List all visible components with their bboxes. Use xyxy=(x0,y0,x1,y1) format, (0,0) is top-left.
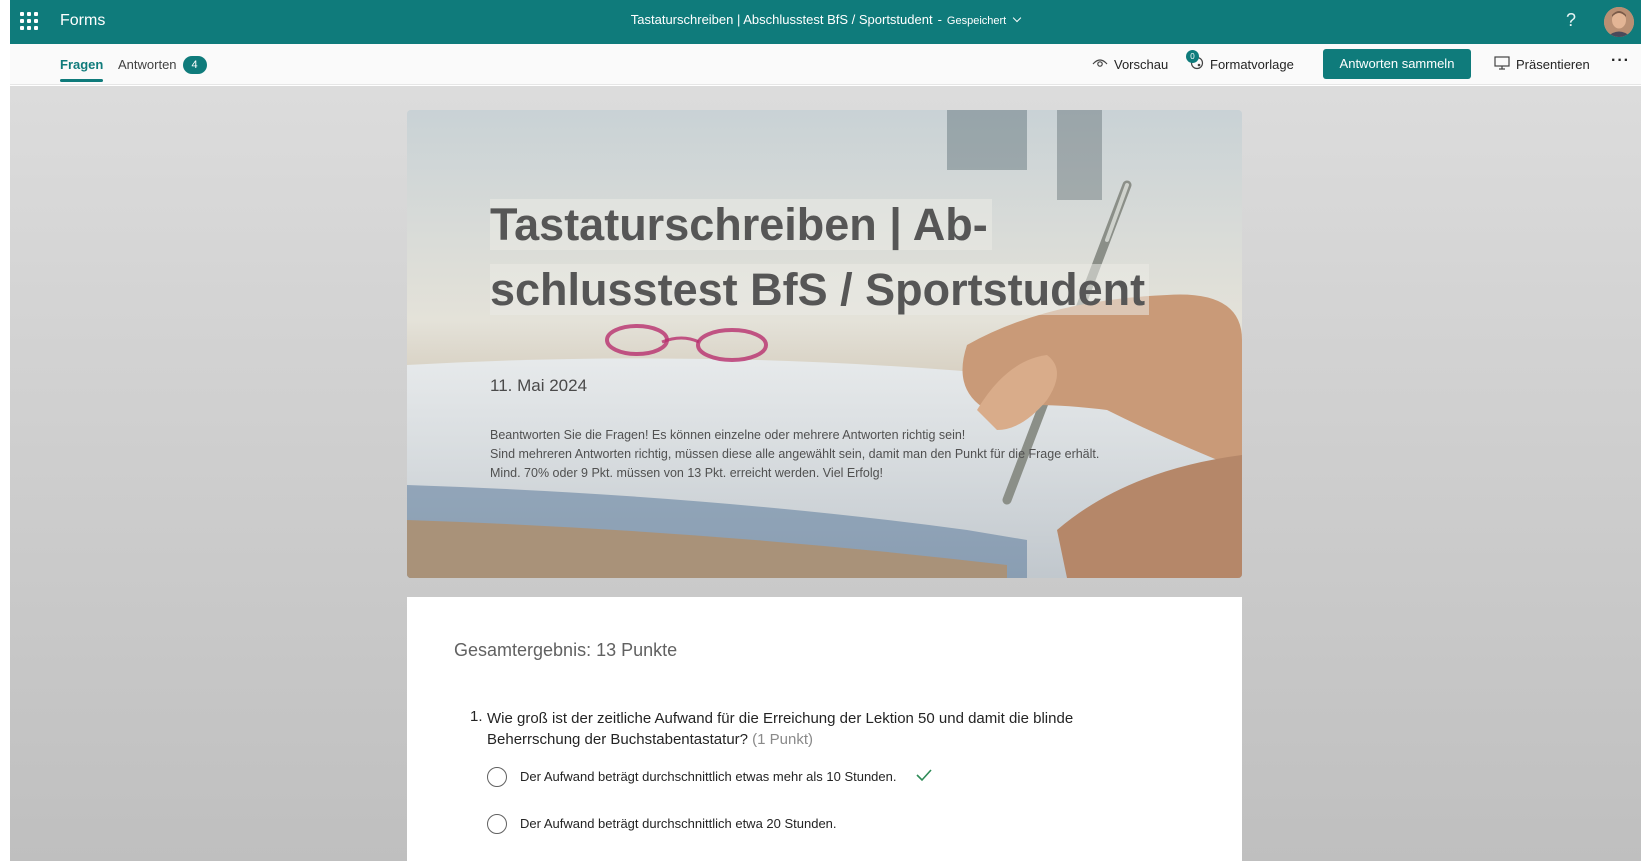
question-points: (1 Punkt) xyxy=(752,731,814,748)
banner-title-line1: Tastaturschreiben | Ab- xyxy=(490,199,992,250)
present-label: Präsentieren xyxy=(1516,57,1590,72)
description-line: Mind. 70% oder 9 Pkt. müssen von 13 Pkt.… xyxy=(490,466,884,480)
form-banner: Tastaturschreiben | Ab- schlusstest BfS … xyxy=(407,110,1242,578)
form-title-menu[interactable]: Tastaturschreiben | Abschlusstest BfS / … xyxy=(10,12,1641,27)
banner-photo xyxy=(407,110,1242,578)
question-text-line2: Beherrschung der Buchstabentastatur? xyxy=(487,731,748,748)
tab-questions[interactable]: Fragen xyxy=(60,57,104,82)
total-score: Gesamtergebnis: 13 Punkte xyxy=(454,640,678,660)
help-button[interactable]: ? xyxy=(1566,10,1576,31)
description-line: Sind mehreren Antworten richtig, müssen … xyxy=(490,447,1100,461)
answer-option-label: Der Aufwand beträgt durchschnittlich etw… xyxy=(520,769,897,784)
form-title: Tastaturschreiben | Abschlusstest BfS / … xyxy=(630,12,933,27)
form-description: Beantworten Sie die Fragen! Es können ei… xyxy=(490,426,1190,483)
eye-icon xyxy=(1092,57,1108,72)
theme-badge: 0 xyxy=(1186,50,1199,64)
palette-icon: 0 xyxy=(1186,50,1204,73)
present-button[interactable]: Präsentieren xyxy=(1494,56,1590,74)
tab-responses[interactable]: Antworten 4 xyxy=(118,56,207,75)
title-separator: - xyxy=(937,12,942,27)
question-text-line1: Wie groß ist der zeitliche Aufwand für d… xyxy=(487,710,1074,727)
avatar[interactable] xyxy=(1604,7,1634,37)
chevron-down-icon xyxy=(1012,13,1022,23)
preview-button[interactable]: Vorschau xyxy=(1092,57,1168,73)
theme-label: Formatvorlage xyxy=(1210,57,1294,72)
banner-date: 11. Mai 2024 xyxy=(490,376,588,395)
checkmark-icon xyxy=(915,767,933,788)
questions-card: Gesamtergebnis: 13 Punkte 1. Wie groß is… xyxy=(407,597,1242,861)
form-canvas: Tastaturschreiben | Ab- schlusstest BfS … xyxy=(10,86,1641,861)
responses-count-badge: 4 xyxy=(182,56,207,74)
command-bar: Fragen Antworten 4 Vorschau 0 Formatvorla… xyxy=(10,44,1641,85)
banner-title-line2: schlusstest BfS / Sportstudent xyxy=(490,264,1150,315)
radio-button[interactable] xyxy=(487,814,507,834)
question-text[interactable]: Wie groß ist der zeitliche Aufwand für d… xyxy=(487,708,1167,750)
preview-label: Vorschau xyxy=(1114,57,1169,72)
description-line: Beantworten Sie die Fragen! Es können ei… xyxy=(490,428,966,442)
save-status: Gespeichert xyxy=(946,15,1007,27)
monitor-icon xyxy=(1494,56,1510,73)
banner-title: Tastaturschreiben | Ab- schlusstest BfS … xyxy=(490,192,1170,322)
tab-responses-label: Antworten xyxy=(118,57,177,72)
more-options-icon[interactable]: ··· xyxy=(1611,52,1630,70)
forms-app: Forms Tastaturschreiben | Abschlusstest … xyxy=(10,0,1641,861)
radio-button[interactable] xyxy=(487,767,507,787)
answer-option-label: Der Aufwand beträgt durchschnittlich etw… xyxy=(520,816,837,831)
app-header: Forms Tastaturschreiben | Abschlusstest … xyxy=(10,0,1641,44)
collect-responses-button[interactable]: Antworten sammeln xyxy=(1323,49,1471,79)
theme-button[interactable]: 0 Formatvorlage xyxy=(1186,50,1294,74)
question-number: 1. xyxy=(470,708,483,725)
